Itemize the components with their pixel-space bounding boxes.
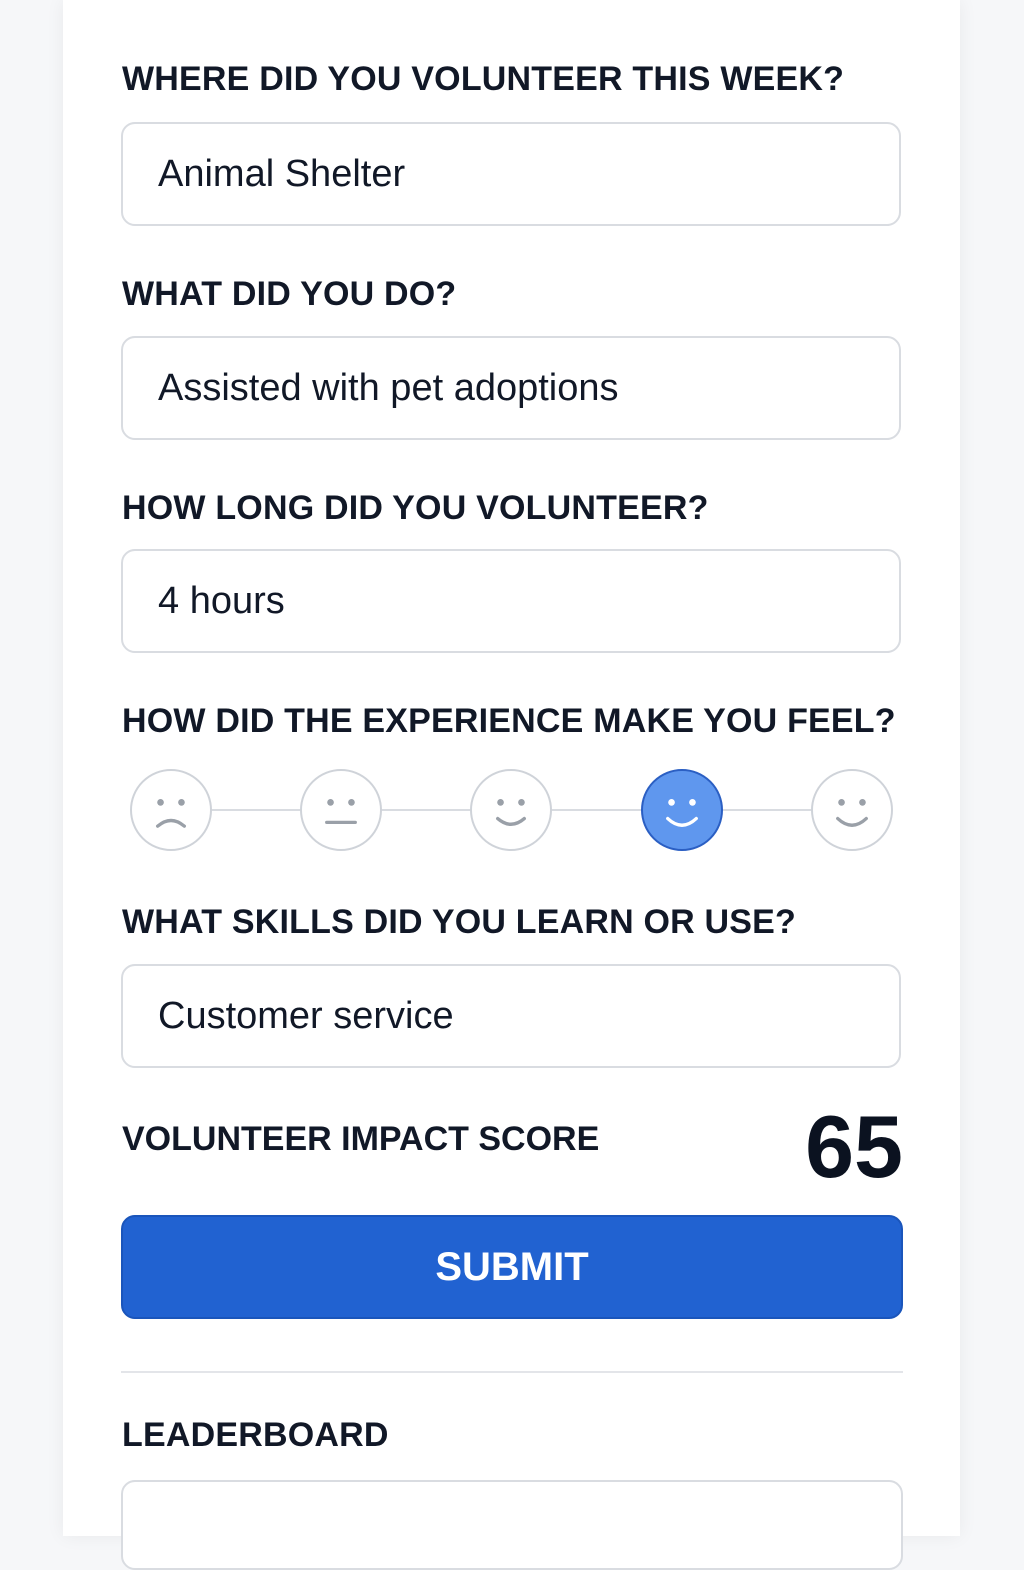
what-input[interactable]: Assisted with pet adoptions (121, 336, 901, 440)
feeling-rating (130, 769, 893, 851)
happy-face-icon (836, 799, 868, 827)
skills-label: WHAT SKILLS DID YOU LEARN OR USE? (122, 903, 797, 941)
where-label: WHERE DID YOU VOLUNTEER THIS WEEK? (122, 60, 845, 98)
sad-face-icon (156, 799, 186, 828)
happy-face-option[interactable] (811, 769, 893, 851)
slight-smile-option[interactable] (470, 769, 552, 851)
submit-button[interactable]: SUBMIT (121, 1215, 903, 1319)
duration-label: HOW LONG DID YOU VOLUNTEER? (122, 489, 709, 527)
neutral-face-icon (325, 799, 357, 825)
feeling-label: HOW DID THE EXPERIENCE MAKE YOU FEEL? (122, 702, 896, 740)
slight-smile-icon (496, 799, 526, 826)
impact-score-label: VOLUNTEER IMPACT SCORE (122, 1120, 600, 1158)
leaderboard-title: LEADERBOARD (122, 1416, 389, 1454)
skills-input[interactable]: Customer service (121, 964, 901, 1068)
where-input[interactable]: Animal Shelter (121, 122, 901, 226)
smile-icon (666, 799, 698, 827)
sad-face-option[interactable] (130, 769, 212, 851)
smile-option[interactable] (641, 769, 723, 851)
impact-score-value: 65 (805, 1097, 903, 1196)
duration-input[interactable]: 4 hours (121, 549, 901, 653)
section-divider (121, 1371, 903, 1373)
neutral-face-option[interactable] (300, 769, 382, 851)
leaderboard-panel (121, 1480, 903, 1570)
what-label: WHAT DID YOU DO? (122, 275, 457, 313)
